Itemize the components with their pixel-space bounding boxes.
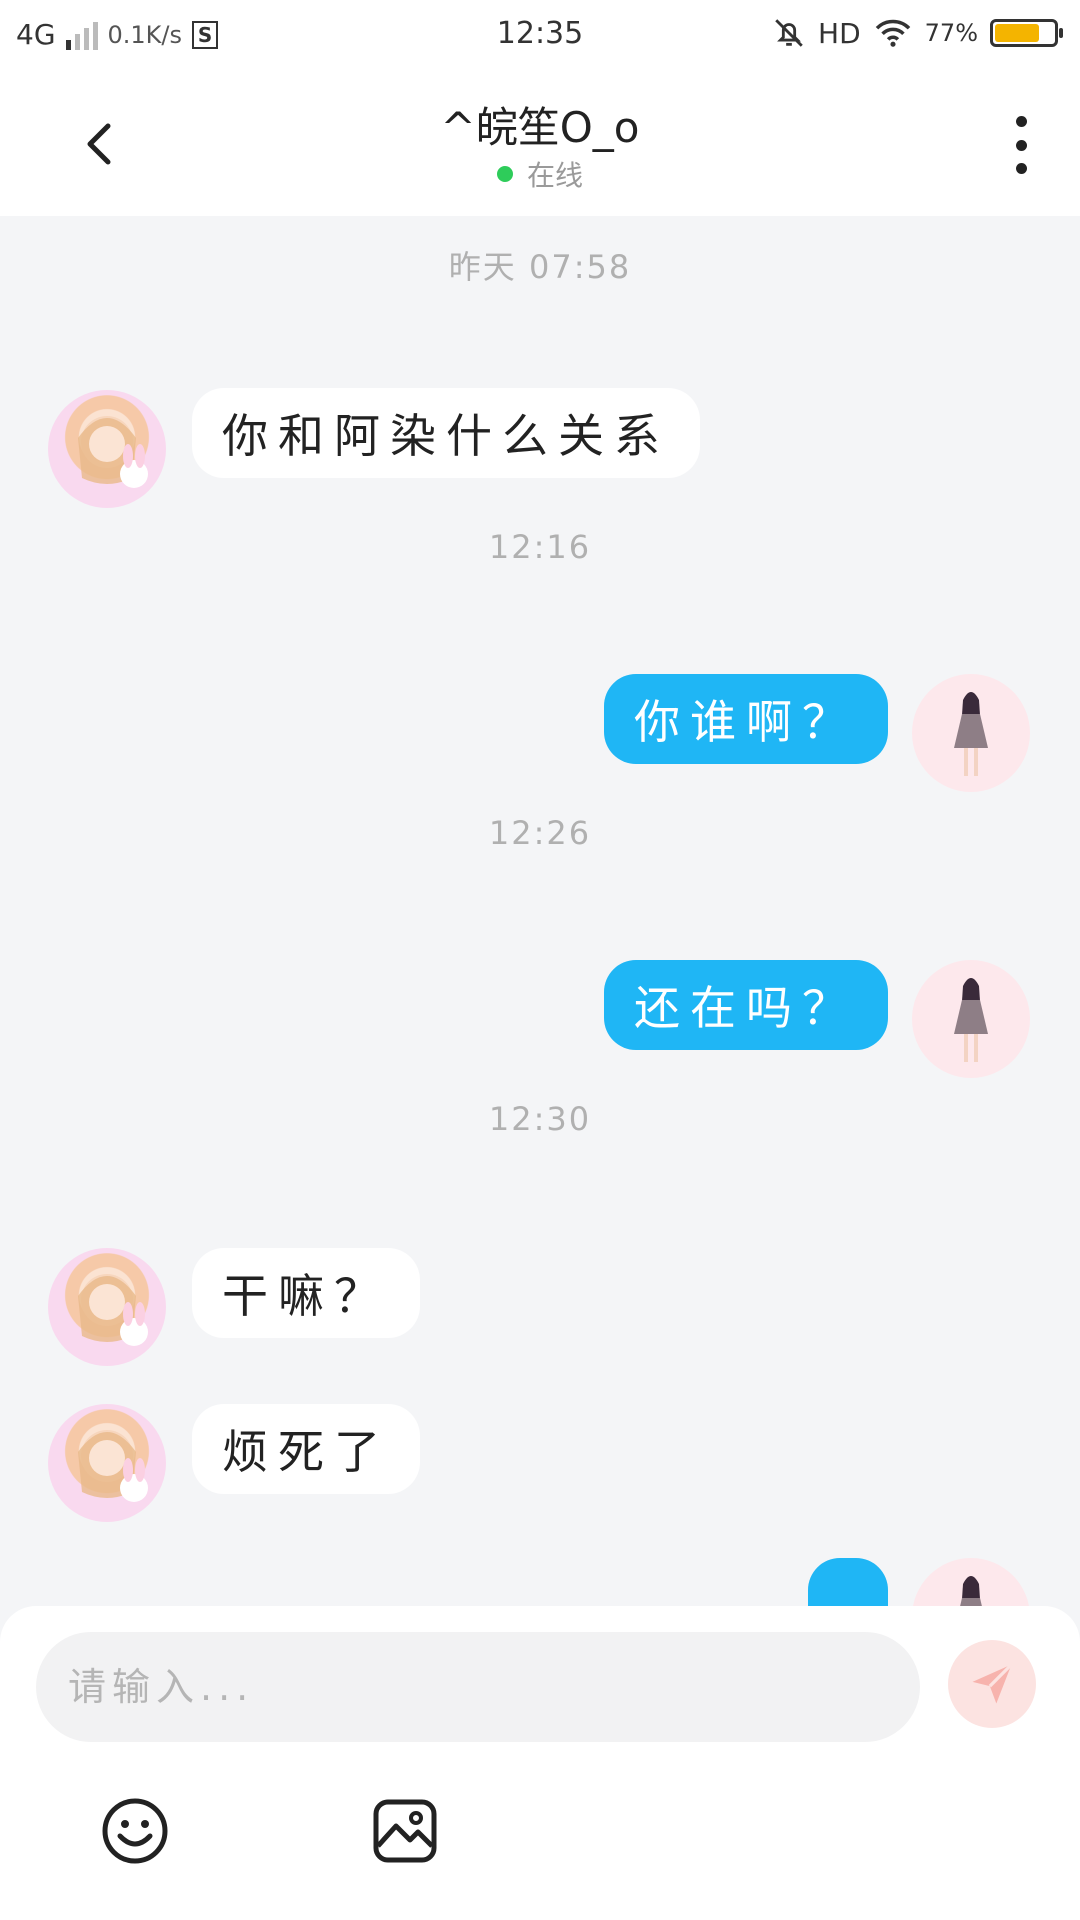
my-avatar-image — [960, 1576, 982, 1606]
send-button[interactable] — [948, 1640, 1036, 1728]
contact-name: ^皖笙O_o — [440, 103, 640, 152]
status-right: HD 77% — [772, 16, 1063, 50]
online-dot — [496, 166, 513, 182]
composer-panel — [0, 1606, 1080, 1920]
my-avatar[interactable] — [912, 960, 1030, 1078]
contact-avatar[interactable] — [48, 390, 166, 508]
my-avatar[interactable] — [912, 674, 1030, 792]
message-bubble-incoming[interactable]: 烦死了 — [192, 1404, 420, 1494]
message-input[interactable] — [36, 1632, 920, 1742]
status-bar: 4G 0.1K/s S 12:35 HD 77% — [0, 0, 1080, 70]
timestamp: 12:16 — [488, 528, 592, 566]
contact-avatar-image — [78, 416, 148, 488]
timestamp: 12:30 — [488, 1100, 592, 1138]
contact-avatar[interactable] — [48, 1404, 166, 1522]
paper-plane-icon — [972, 1663, 1013, 1704]
message-bubble-incoming[interactable]: 你和阿染什么关系 — [192, 388, 700, 478]
contact-avatar-image — [78, 1430, 148, 1502]
wifi-icon — [875, 19, 910, 47]
message-bubble-outgoing[interactable]: 你谁啊？ — [604, 674, 888, 764]
message-bubble-outgoing[interactable] — [808, 1558, 888, 1606]
online-status: 在线 — [0, 154, 1080, 194]
chat-header: ^皖笙O_o 在线 — [0, 70, 1080, 216]
mute-bell-icon — [775, 19, 803, 47]
my-avatar-image — [954, 978, 988, 1062]
online-label: 在线 — [526, 159, 583, 192]
battery-fill — [995, 24, 1039, 42]
message-bubble-incoming[interactable]: 干嘛？ — [192, 1248, 420, 1338]
more-menu-button[interactable] — [1006, 116, 1036, 174]
message-list[interactable]: 昨天 07:58 你和阿染什么关系 12:16 你谁啊？ 12:26 还在吗？ — [0, 216, 1080, 1606]
my-avatar-image — [954, 692, 988, 776]
contact-avatar[interactable] — [48, 1248, 166, 1366]
timestamp: 12:26 — [488, 814, 592, 852]
battery-icon — [990, 19, 1063, 47]
smile-icon[interactable] — [100, 1796, 170, 1866]
message-bubble-outgoing[interactable]: 还在吗？ — [604, 960, 888, 1050]
image-icon[interactable] — [370, 1796, 440, 1866]
my-avatar[interactable] — [912, 1558, 1030, 1606]
hd-label: HD — [818, 16, 861, 50]
contact-avatar-image — [78, 1274, 148, 1346]
timestamp: 昨天 07:58 — [448, 248, 632, 286]
battery-percent: 77% — [924, 19, 978, 47]
